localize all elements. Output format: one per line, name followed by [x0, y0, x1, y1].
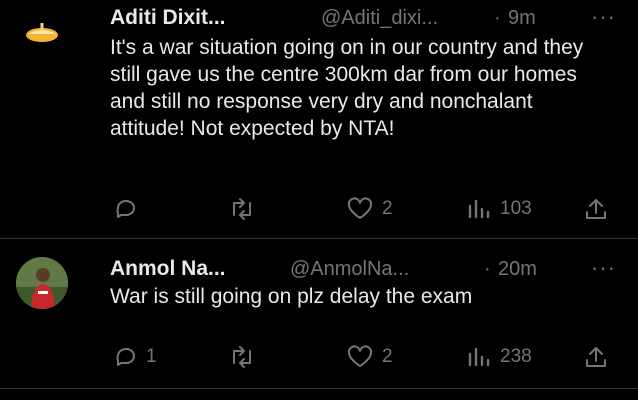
reply-count: 1: [146, 346, 157, 367]
reply-icon: [116, 200, 135, 218]
more-options-icon[interactable]: ···: [591, 4, 616, 30]
retweet-button[interactable]: [228, 345, 256, 369]
heart-icon: [347, 345, 373, 367]
reply-icon: [116, 348, 135, 366]
tweet-header: Anmol Na... @AnmolNa... · 20m ···: [110, 255, 638, 283]
retweet-icon: [233, 198, 251, 220]
tweet-actions: 2 103: [110, 197, 618, 225]
author-handle[interactable]: @AnmolNa...: [290, 258, 409, 281]
share-icon: [586, 347, 606, 367]
retweet-button[interactable]: [228, 197, 256, 221]
author-name[interactable]: Aditi Dixit...: [110, 6, 226, 30]
share-button[interactable]: [583, 345, 609, 369]
like-count: 2: [382, 198, 393, 219]
tweet[interactable]: Aditi Dixit... @Aditi_dixi... · 9m ··· I…: [0, 0, 638, 238]
like-button[interactable]: 2: [346, 345, 393, 369]
view-count: 103: [500, 198, 532, 219]
timestamp[interactable]: 9m: [508, 7, 536, 30]
more-options-icon[interactable]: ···: [591, 255, 616, 281]
avatar-image: [16, 6, 68, 58]
divider: [0, 388, 638, 389]
tweet-header: Aditi Dixit... @Aditi_dixi... · 9m ···: [110, 4, 638, 32]
separator-dot: ·: [494, 7, 501, 29]
avatar-image: [16, 257, 68, 309]
tweet-text: It's a war situation going on in our cou…: [110, 36, 584, 140]
reply-button[interactable]: 1: [114, 345, 157, 369]
author-name[interactable]: Anmol Na...: [110, 257, 226, 281]
views-icon: [468, 347, 490, 367]
like-count: 2: [382, 346, 393, 367]
avatar[interactable]: [16, 257, 68, 309]
view-count: 238: [500, 346, 532, 367]
share-icon: [586, 199, 606, 219]
tweet-text: War is still going on plz delay the exam: [110, 285, 473, 308]
tweet[interactable]: Anmol Na... @AnmolNa... · 20m ··· War is…: [0, 239, 638, 400]
like-button[interactable]: 2: [346, 197, 393, 221]
views-button[interactable]: 103: [466, 197, 532, 221]
views-icon: [468, 199, 490, 219]
separator-dot: ·: [484, 258, 491, 280]
tweet-actions: 1 2 238: [110, 345, 618, 373]
reply-button[interactable]: [114, 197, 146, 221]
views-button[interactable]: 238: [466, 345, 532, 369]
timestamp[interactable]: 20m: [498, 258, 537, 281]
retweet-icon: [233, 346, 251, 368]
avatar[interactable]: [16, 6, 68, 58]
author-handle[interactable]: @Aditi_dixi...: [321, 7, 438, 30]
share-button[interactable]: [583, 197, 609, 221]
heart-icon: [347, 197, 373, 219]
